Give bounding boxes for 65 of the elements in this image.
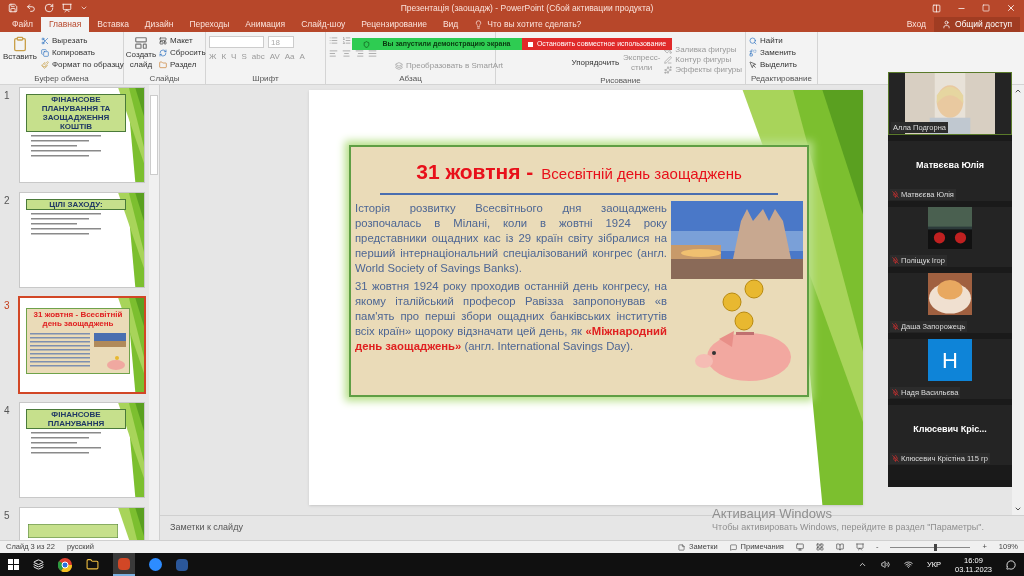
group-label: Шрифт <box>251 73 280 84</box>
shape-effects-button[interactable]: Эффекты фигуры <box>664 65 742 75</box>
ribbon-tab[interactable]: Переходы <box>181 17 238 32</box>
group-label: Редактирование <box>750 73 813 84</box>
ribbon-tab[interactable]: Дизайн <box>136 17 182 32</box>
group-label: Слайды <box>148 73 181 84</box>
slide-number: 4 <box>4 404 11 418</box>
font-format-button[interactable]: Ч <box>231 53 237 61</box>
tell-me-field[interactable]: Что вы хотите сделать? <box>466 17 590 32</box>
thumbnail-title: ФІНАНСОВЕ ПЛАНУВАННЯ <box>26 409 126 429</box>
ribbon-tab[interactable]: Вставка <box>89 17 137 32</box>
activation-hint: Чтобы активировать Windows, перейдите в раздел "Параметры". <box>712 521 984 534</box>
copy-button[interactable]: Копировать <box>40 48 124 58</box>
slide-paragraph: 31 жовтня 1924 року проходив останній день конгресу, на якому італійський професор Равізза запропонував «в пам'ять про перші збори ощадних банківських інститутів всіх країн» щороку відзначати цей день, як «Міжнародний день заощаджень» (англ. International Savings Day). <box>355 279 667 354</box>
font-format-button[interactable]: Aa <box>284 53 295 61</box>
group-label: Рисование <box>599 75 642 86</box>
share-button[interactable]: Общий доступ <box>933 17 1020 32</box>
slide-paragraph: Історія розвитку Всесвітнього дня заощаджень розпочалась в Мілані, коли в жовтні 1924 року представники ощадних кас із 29 країн світу зібралися на перший інтернаціональний спеціалізований конгрес (англ. World Society of Savings Banks). <box>355 201 667 276</box>
arrange-button[interactable]: Упорядочить <box>571 51 620 75</box>
find-button[interactable]: Найти <box>749 36 797 46</box>
section-button[interactable]: Раздел <box>159 60 206 70</box>
ribbon-tab[interactable]: Анимация <box>237 17 294 32</box>
ribbon-tab[interactable]: Главная <box>40 17 90 32</box>
window-title: Презентація (заощадж) - PowerPoint (Сбой активации продукта) <box>399 1 655 15</box>
slide-subtitle: Всесвітній день заощаджень <box>541 166 742 181</box>
slide-thumbnail[interactable]: 31 жовтня - Всесвітній день заощаджень <box>20 298 144 392</box>
font-format-button[interactable]: AV <box>269 53 280 61</box>
cut-button[interactable]: Вырезать <box>40 36 124 46</box>
participant-name: Матвєєва Юлія <box>916 159 984 172</box>
replace-button[interactable]: Заменить <box>749 48 797 58</box>
sign-in-link[interactable]: Вход <box>898 17 934 32</box>
group-label: Буфер обмена <box>33 73 90 84</box>
slide-thumbnail[interactable]: ФІНАНСОВЕ ПЛАНУВАННЯ ТА ЗАОЩАДЖЕННЯ КОШТІВ <box>20 88 144 182</box>
slide-number: 5 <box>4 509 11 523</box>
font-format-button[interactable]: К <box>221 53 227 61</box>
slide-number: 1 <box>4 89 11 103</box>
thumbnail-title: ФІНАНСОВЕ ПЛАНУВАННЯ ТА ЗАОЩАДЖЕННЯ КОШТІВ <box>26 94 126 132</box>
slide-number: 3 <box>4 299 11 313</box>
smartart-button[interactable]: Преобразовать в SmartArt <box>395 61 504 71</box>
reset-button[interactable]: Сбросить <box>159 48 206 58</box>
thumbnail-title: ЦІЛІ ЗАХОДУ: <box>26 199 126 210</box>
quick-styles-button[interactable]: Экспресс-стили <box>623 51 661 75</box>
avatar: Н <box>928 339 972 381</box>
ribbon-tab[interactable]: Файл <box>4 17 41 32</box>
ribbon-tab[interactable]: Рецензирование <box>353 17 435 32</box>
font-format-button[interactable]: Ж <box>209 53 217 61</box>
font-format-button[interactable]: abc <box>251 53 265 61</box>
thumbnail-title: 31 жовтня - Всесвітній день заощаджень <box>32 310 124 328</box>
participant-name: Клюсевич Кріс... <box>913 423 987 436</box>
new-slide-button[interactable]: Создать слайд <box>127 36 155 73</box>
select-button[interactable]: Выделить <box>749 60 797 70</box>
font-format-button[interactable]: A <box>299 53 305 61</box>
layout-button[interactable]: Макет <box>159 36 206 46</box>
font-size-field[interactable]: 18 <box>268 36 294 48</box>
slide-title: 31 жовтня - <box>416 161 534 182</box>
font-format-button[interactable]: S <box>241 53 247 61</box>
shape-outline-button[interactable]: Контур фигуры <box>664 55 742 65</box>
format-painter-button[interactable]: Формат по образцу <box>40 60 124 70</box>
slide-number: 2 <box>4 194 11 208</box>
ribbon-tab[interactable]: Вид <box>434 17 467 32</box>
paste-button[interactable]: Вставить <box>3 36 37 73</box>
ribbon-tab[interactable]: Слайд-шоу <box>293 17 354 32</box>
group-label: Абзац <box>398 73 423 84</box>
slide-thumbnail[interactable]: ЦІЛІ ЗАХОДУ: <box>20 193 144 287</box>
slide-thumbnail[interactable]: ФІНАНСОВЕ ПЛАНУВАННЯ <box>20 403 144 497</box>
